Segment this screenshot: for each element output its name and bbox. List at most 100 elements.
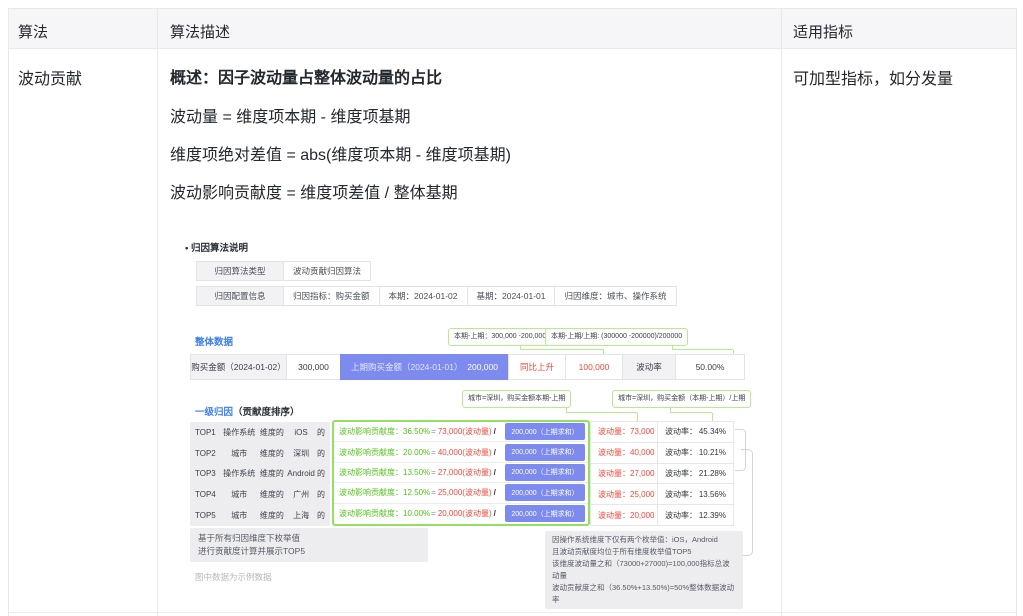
overview-line: 概述：因子波动量占整体波动量的占比 bbox=[170, 64, 442, 88]
rate-value: 12.39% bbox=[699, 511, 726, 520]
contribution-label: 波动影响贡献度： bbox=[339, 426, 403, 437]
os-dimension-note: 因操作系统维度下仅有两个枚举值：iOS，Android 且波动贡献度均位于所有维… bbox=[545, 531, 743, 609]
rank-label: TOP4 bbox=[195, 490, 220, 499]
dimension-mid-label: 维度的 bbox=[259, 489, 286, 500]
rate-cell: 波动率：21.28% bbox=[657, 463, 734, 485]
overall-prev-label: 上期购买金额（2024-01-01） bbox=[351, 361, 462, 373]
contribution-row: 波动影响贡献度：10.00%=20,000(波动量)/200,000（上期求和） bbox=[334, 504, 588, 524]
rank-label: TOP5 bbox=[195, 511, 220, 520]
dimension-mid-label: 维度的 bbox=[259, 448, 286, 459]
dimension-value: 上海 bbox=[285, 510, 317, 521]
dimension-name: 操作系统 bbox=[220, 427, 259, 438]
rate-value: 13.56% bbox=[699, 490, 726, 499]
overall-prev-value: 200,000 bbox=[467, 362, 498, 372]
overall-prev-cell: 上期购买金额（2024-01-01） 200,000 bbox=[340, 354, 509, 380]
volume-label: 波动量： bbox=[598, 426, 630, 437]
divide-sign: / bbox=[494, 468, 496, 477]
volume-cell: 波动量：40,000 bbox=[590, 442, 658, 464]
overall-diff-connector bbox=[520, 345, 604, 350]
dimension-mid-label: 维度的 bbox=[259, 427, 286, 438]
attribution-title: 一级归因（贡献度排序） bbox=[195, 404, 300, 418]
volume-value: 73,000 bbox=[630, 427, 654, 436]
stats-row: 波动量：20,000波动率：12.39% bbox=[590, 504, 734, 526]
rate-value: 45.34% bbox=[699, 427, 726, 436]
rate-label: 波动率： bbox=[665, 489, 697, 500]
dimension-value: iOS bbox=[285, 428, 317, 437]
overall-rate-value: 50.00% bbox=[675, 354, 745, 380]
formula-abs-diff: 维度项绝对差值 = abs(维度项本期 - 维度项基期) bbox=[170, 141, 511, 165]
volume-cell: 波动量：27,000 bbox=[590, 463, 658, 485]
rank-label: TOP2 bbox=[195, 449, 220, 458]
dimension-suffix: 的 bbox=[317, 427, 325, 438]
dimension-name: 城市 bbox=[220, 510, 259, 521]
overall-rate-label: 波动率 bbox=[622, 354, 676, 380]
volume-value: 20,000 bbox=[630, 511, 654, 520]
rank-label: TOP3 bbox=[195, 469, 220, 478]
contribution-row: 波动影响贡献度：13.50%=27,000(波动量)/200,000（上期求和） bbox=[334, 463, 588, 483]
volume-value: 40,000 bbox=[630, 448, 654, 457]
overall-rate-connector bbox=[672, 345, 733, 350]
attribution-delta-callout: 城市=深圳，购买金额本期-上期 bbox=[462, 390, 571, 408]
contribution-row: 波动影响贡献度：20.00%=40,000(波动量)/200,000（上期求和） bbox=[334, 442, 588, 462]
rate-value: 21.28% bbox=[699, 469, 726, 478]
base-sum-chip: 200,000（上期求和） bbox=[505, 464, 585, 481]
table-header-row bbox=[9, 9, 1016, 49]
dimension-value: 深圳 bbox=[285, 448, 317, 459]
attribution-dimension-row: TOP2城市维度的深圳的 bbox=[190, 443, 330, 464]
overall-metric-value: 300,000 bbox=[286, 354, 341, 380]
base-sum-chip: 200,000（上期求和） bbox=[505, 444, 585, 461]
divide-sign: / bbox=[494, 448, 496, 457]
divide-sign: / bbox=[494, 427, 496, 436]
contribution-label: 波动影响贡献度： bbox=[339, 467, 403, 478]
sample-data-footnote: 图中数据为示例数据 bbox=[195, 571, 272, 583]
equals-sign: = bbox=[431, 468, 436, 477]
contribution-pct: 10.00% bbox=[403, 509, 430, 518]
applicable-metrics: 可加型指标，如分发量 bbox=[793, 65, 953, 89]
stats-row: 波动量：40,000波动率：10.21% bbox=[590, 442, 734, 464]
contribution-row: 波动影响贡献度：36.50%=73,000(波动量)/200,000（上期求和） bbox=[334, 422, 588, 442]
column-divider-1 bbox=[157, 9, 158, 616]
rate-cell: 波动率：10.21% bbox=[657, 442, 734, 464]
attribution-dimension-row: TOP4城市维度的广州的 bbox=[190, 484, 330, 505]
contribution-label: 波动影响贡献度： bbox=[339, 447, 403, 458]
delta-value: 73,000(波动量) bbox=[438, 426, 492, 437]
overall-data-row: 购买金额（2024-01-02） 300,000 上期购买金额（2024-01-… bbox=[190, 354, 745, 380]
volume-value: 25,000 bbox=[630, 490, 654, 499]
volume-label: 波动量： bbox=[598, 468, 630, 479]
equals-sign: = bbox=[431, 448, 436, 457]
stats-row: 波动量：25,000波动率：13.56% bbox=[590, 483, 734, 505]
base-sum-chip: 200,000（上期求和） bbox=[505, 484, 585, 501]
config-info-row: 归因配置信息 归因指标：购买金额 本期：2024-01-02 基期：2024-0… bbox=[196, 286, 677, 306]
config-dimensions: 归因维度：城市、操作系统 bbox=[554, 286, 676, 306]
header-cell-description: 算法描述 bbox=[170, 21, 230, 42]
config-type-label: 归因算法类型 bbox=[196, 261, 284, 281]
rate-label: 波动率： bbox=[665, 426, 697, 437]
config-base-period: 基期：2024-01-01 bbox=[467, 286, 556, 306]
config-type-row: 归因算法类型 波动贡献归因算法 bbox=[196, 261, 371, 281]
delta-value: 20,000(波动量) bbox=[438, 508, 492, 519]
volume-label: 波动量： bbox=[598, 510, 630, 521]
overall-metric-label: 购买金额（2024-01-02） bbox=[190, 354, 287, 380]
attribution-dimension-row: TOP3操作系统维度的Android的 bbox=[190, 464, 330, 485]
config-metric: 归因指标：购买金额 bbox=[283, 286, 380, 306]
rate-cell: 波动率：13.56% bbox=[657, 483, 734, 505]
contribution-label: 波动影响贡献度： bbox=[339, 487, 403, 498]
equals-sign: = bbox=[431, 509, 436, 518]
volume-cell: 波动量：73,000 bbox=[590, 421, 658, 443]
config-info-label: 归因配置信息 bbox=[196, 286, 284, 306]
attribution-contribution-box: 波动影响贡献度：36.50%=73,000(波动量)/200,000（上期求和）… bbox=[332, 420, 590, 526]
algorithms-table-page: 算法 算法描述 适用指标 波动贡献 可加型指标，如分发量 概述：因子波动量占整体… bbox=[0, 0, 1023, 616]
header-cell-algorithm: 算法 bbox=[18, 21, 48, 42]
config-type-value: 波动贡献归因算法 bbox=[283, 261, 371, 281]
attribution-rate-connector bbox=[670, 407, 712, 413]
diagram-section-title: • 归因算法说明 bbox=[185, 240, 248, 254]
dimension-suffix: 的 bbox=[317, 510, 325, 521]
dimension-name: 城市 bbox=[220, 489, 259, 500]
attribution-stats-column: 波动量：73,000波动率：45.34%波动量：40,000波动率：10.21%… bbox=[590, 422, 734, 526]
top5-note: 基于所有归因维度下枚举值 进行贡献度计算并展示TOP5 bbox=[190, 528, 428, 562]
attribution-rate-callout: 城市=深圳，购买金额（本期-上期）/上期 bbox=[612, 390, 751, 408]
dimension-suffix: 的 bbox=[317, 468, 325, 479]
rate-label: 波动率： bbox=[665, 468, 697, 479]
config-current-period: 本期：2024-01-02 bbox=[379, 286, 468, 306]
dimension-name: 城市 bbox=[220, 448, 259, 459]
